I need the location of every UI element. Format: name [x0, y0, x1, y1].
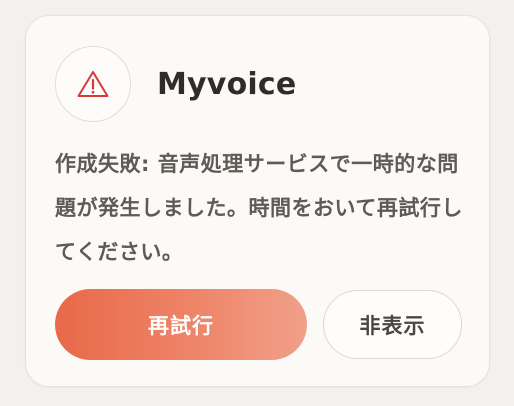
warning-icon-badge: [55, 46, 131, 122]
notification-header: Myvoice: [55, 45, 296, 123]
app-name: Myvoice: [157, 66, 297, 102]
error-notification-card: Myvoice 作成失敗: 音声処理サービスで一時的な問題が発生しました。時間を…: [25, 15, 490, 387]
dismiss-button[interactable]: 非表示: [323, 290, 462, 359]
warning-triangle-icon: [77, 71, 109, 97]
retry-button[interactable]: 再試行: [55, 289, 307, 360]
error-message: 作成失敗: 音声処理サービスで一時的な問題が発生しました。時間をおいて再試行して…: [55, 152, 463, 264]
